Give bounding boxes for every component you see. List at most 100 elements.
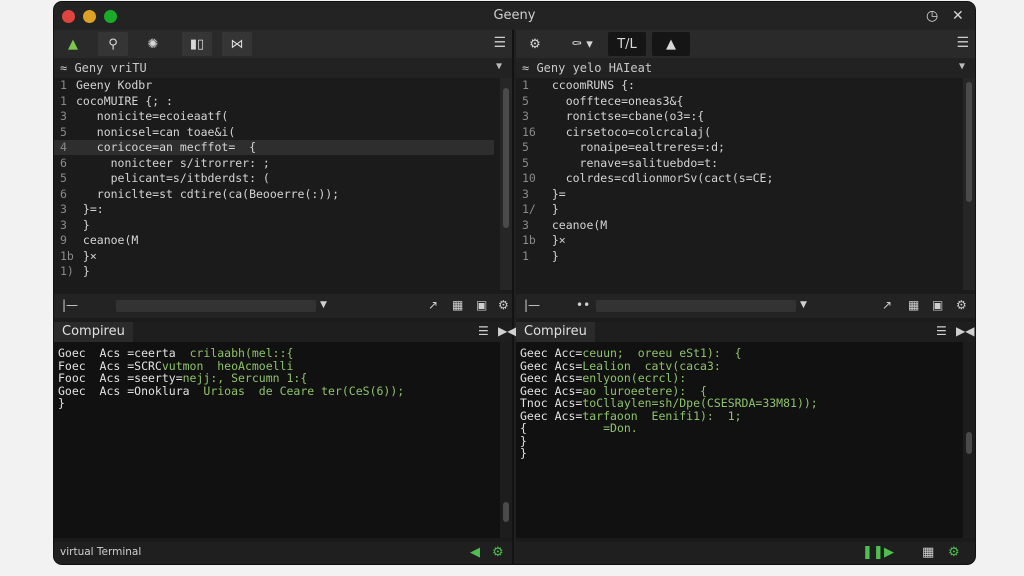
play-back-icon[interactable]: ◀ [470, 545, 480, 560]
code-line[interactable]: 1/ } [516, 202, 956, 217]
split-view-icon[interactable]: ▶◀ [956, 324, 974, 338]
console-header: Compireu ☰ ▶◀ [516, 322, 975, 342]
code-line[interactable]: 3 ceanoe(M [516, 218, 956, 233]
chevron-down-icon[interactable]: ▼ [959, 61, 965, 72]
debug-icon[interactable]: ✺ [138, 32, 168, 56]
code-line[interactable]: 3 nonicite=ecoieaatf( [54, 109, 494, 124]
line-number: 1b [522, 233, 536, 247]
code-text: } [76, 264, 90, 278]
code-line[interactable]: 3 }= [516, 187, 956, 202]
code-line[interactable]: 1 ccoomRUNS {: [516, 78, 956, 93]
line-number: 5 [522, 155, 529, 170]
grid-icon[interactable]: ▦ [452, 298, 463, 312]
play-icon[interactable]: ▶ [884, 545, 894, 560]
code-text: renave=salituebdo=t: [538, 155, 719, 170]
chevron-down-icon[interactable]: ▼ [320, 300, 327, 310]
line-number: 1 [522, 78, 529, 92]
code-line[interactable]: 1b }× [516, 233, 956, 248]
editor-tab[interactable]: ≈ Geny yelo HAIeat ▼ [516, 58, 975, 78]
code-line[interactable]: 1 Geeny Kodbr [54, 78, 494, 93]
gear-icon[interactable]: ⚙ [956, 298, 967, 312]
grid-icon[interactable]: ▦ [908, 298, 919, 312]
code-line[interactable]: 9 ceanoe(M [54, 233, 494, 248]
code-line[interactable]: 4 coricoce=an mecffot= { [54, 140, 494, 155]
gear-icon[interactable]: ⚙ [948, 545, 960, 560]
code-line[interactable]: 5 oofftece=oneas3&{ [516, 94, 956, 109]
code-line[interactable]: 1) } [54, 264, 494, 279]
status-text: virtual Terminal [60, 546, 142, 558]
console-tab[interactable]: Compireu [516, 322, 595, 342]
vertical-scrollbar[interactable] [963, 78, 975, 290]
code-line[interactable]: 5 nonicsel=can toae&i( [54, 125, 494, 140]
code-text: coricoce=an mecffot= { [76, 140, 257, 154]
menu-icon[interactable]: ☰ [956, 35, 969, 51]
left-panel: ▲ ⚲ ✺ ▮▯ ⋈ ☰ ≈ Geny vriTU ▼ 1 Geeny Kodbr… [54, 30, 516, 564]
code-line[interactable]: 6 roniclte=st cdtire(ca(Beooerre(:)); [54, 187, 494, 202]
right-toolbar: ⚙ ⚰ ▾ T/L ▲ ☰ [516, 30, 975, 58]
clock-icon[interactable]: ◷ [926, 8, 938, 24]
compile-icon[interactable]: ▲ [58, 32, 88, 56]
code-line[interactable]: 6 nonicteer s/itrorrer: ; [54, 156, 494, 171]
console-prefix: } [520, 446, 527, 460]
resize-icon[interactable]: ↗ [428, 298, 438, 312]
close-icon[interactable]: ✕ [952, 8, 964, 24]
code-text: pelicant=s/itbderdst: ( [76, 171, 270, 185]
line-number: 5 [60, 124, 67, 139]
gear-icon[interactable]: ⚙ [492, 545, 504, 560]
search-icon[interactable]: ⚲ [98, 32, 128, 56]
bug-icon[interactable]: ⚰ ▾ [560, 32, 604, 56]
console-output[interactable]: Geec Acc=ceuun; oreeu eSt1): {Geec Acs=L… [516, 342, 975, 538]
tab-icon[interactable]: T/L [608, 32, 646, 56]
console-header: Compireu ☰ ▶◀ [54, 322, 516, 342]
menu-icon[interactable]: ☰ [493, 35, 506, 51]
window-icon[interactable]: ▣ [932, 298, 943, 312]
menu-icon[interactable]: ☰ [936, 324, 947, 338]
console-scrollbar[interactable] [500, 342, 512, 538]
warning-icon[interactable]: ▲ [652, 32, 690, 56]
gear-icon[interactable]: ⚙ [520, 32, 550, 56]
console-output[interactable]: Goec Acs =ceerta crilaabh(mel::{Foec Acs… [54, 342, 512, 538]
editor-tab[interactable]: ≈ Geny vriTU ▼ [54, 58, 512, 78]
gear-icon[interactable]: ⚙ [498, 298, 509, 312]
expand-icon[interactable]: ⋈ [222, 32, 252, 56]
chevron-down-icon[interactable]: ▼ [800, 300, 807, 310]
menu-icon[interactable]: ☰ [478, 324, 489, 338]
layout-icon[interactable]: ▦ [922, 545, 934, 560]
split-icon[interactable]: ▮▯ [182, 32, 212, 56]
horizontal-scrollbar[interactable] [116, 300, 316, 312]
code-line[interactable]: 5 renave=salituebdo=t: [516, 156, 956, 171]
chevron-down-icon[interactable]: ▼ [496, 61, 502, 72]
code-line[interactable]: 1b }× [54, 249, 494, 264]
line-marker-icon: |— [524, 298, 541, 312]
code-line[interactable]: 10 colrdes=cdlionmorSv(cact(s=CE; [516, 171, 956, 186]
code-text: nonicite=ecoieaatf( [76, 109, 229, 123]
dots-icon[interactable]: •• [576, 298, 590, 312]
code-editor[interactable]: 1 Geeny Kodbr 1 cocoMUIRE {; :3 nonicite=ec… [54, 78, 512, 290]
vertical-scrollbar[interactable] [500, 78, 512, 290]
horizontal-scrollbar[interactable] [596, 300, 796, 312]
code-line[interactable]: 1 } [516, 249, 956, 264]
console-scrollbar[interactable] [963, 342, 975, 538]
code-text: } [538, 248, 559, 263]
console-tab[interactable]: Compireu [54, 322, 133, 342]
code-text: cirsetoco=colcrcalaj( [538, 124, 712, 139]
code-line[interactable]: 5 ronaipe=ealtreres=:d; [516, 140, 956, 155]
console-message: =Don. [526, 421, 638, 435]
code-line[interactable]: 1 cocoMUIRE {; : [54, 94, 494, 109]
code-text: }= [538, 186, 566, 201]
window-icon[interactable]: ▣ [476, 298, 487, 312]
split-view-icon[interactable]: ▶◀ [498, 324, 516, 338]
code-line[interactable]: 3 ronictse=cbane(o3=:{ [516, 109, 956, 124]
line-number: 1b [60, 248, 74, 263]
console-line: Goec Acs =Onoklura Urioas de Ceare ter(C… [58, 384, 404, 398]
code-editor[interactable]: 1 ccoomRUNS {: 5 oofftece=oneas3&{3 ronic… [516, 78, 975, 290]
pause-icon[interactable]: ❚❚ [862, 545, 884, 560]
code-line[interactable]: 3 } [54, 218, 494, 233]
resize-icon[interactable]: ↗ [882, 298, 892, 312]
line-number: 3 [522, 186, 529, 201]
code-line[interactable]: 5 pelicant=s/itbderdst: ( [54, 171, 494, 186]
code-line[interactable]: 16 cirsetoco=colcrcalaj( [516, 125, 956, 140]
line-number: 3 [60, 202, 67, 216]
code-line[interactable]: 3 }=: [54, 202, 494, 217]
line-number: 6 [60, 186, 67, 201]
